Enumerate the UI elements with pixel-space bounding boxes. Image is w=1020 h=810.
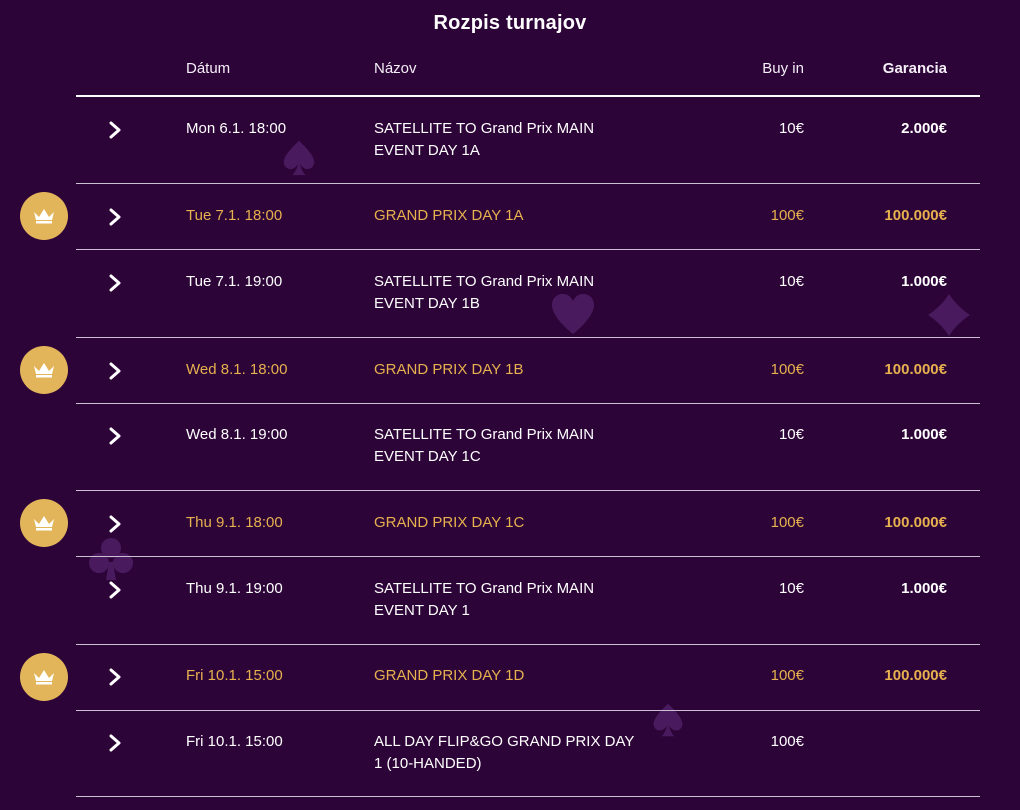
row-name: GRAND PRIX DAY 1A — [374, 207, 524, 224]
page-title: Rozpis turnajov — [433, 12, 587, 34]
row-divider — [76, 710, 980, 711]
row-date: Wed 8.1. 18:00 — [186, 361, 288, 378]
row-guarantee: 100.000€ — [884, 207, 947, 224]
row-buyin: 100€ — [770, 514, 804, 531]
row-divider — [76, 796, 980, 797]
row-divider — [76, 403, 980, 404]
diamond-icon — [928, 294, 970, 336]
row-buyin: 10€ — [778, 580, 804, 597]
row-date: Tue 7.1. 18:00 — [186, 207, 283, 224]
column-header-guarantee: Garancia — [882, 60, 947, 77]
row-date: Thu 9.1. 19:00 — [186, 580, 283, 597]
row-divider — [76, 337, 980, 338]
row-name: GRAND PRIX DAY 1D — [374, 667, 525, 684]
chevron-right-icon[interactable] — [107, 581, 123, 599]
chevron-right-icon[interactable] — [107, 362, 123, 380]
row-buyin: 100€ — [770, 207, 804, 224]
row-guarantee: 100.000€ — [884, 667, 947, 684]
crown-icon — [34, 363, 54, 378]
row-name: ALL DAY FLIP&GO GRAND PRIX DAY 1 (10-HAN… — [374, 733, 635, 772]
row-date: Wed 8.1. 19:00 — [186, 426, 288, 443]
crown-icon — [34, 209, 54, 224]
row-divider — [76, 183, 980, 184]
crown-badge — [20, 192, 68, 240]
row-buyin: 100€ — [770, 361, 804, 378]
table-header: Dátum Názov Buy in Garancia — [0, 60, 1020, 96]
chevron-right-icon[interactable] — [107, 427, 123, 445]
column-header-name: Názov — [374, 60, 417, 77]
crown-badge — [20, 653, 68, 701]
spade-icon — [283, 140, 315, 176]
header-divider — [76, 95, 980, 97]
row-guarantee: 1.000€ — [901, 580, 947, 597]
row-divider — [76, 556, 980, 557]
row-date: Mon 6.1. 18:00 — [186, 120, 287, 137]
crown-badge — [20, 499, 68, 547]
club-icon — [89, 538, 133, 580]
spade-icon — [653, 703, 683, 737]
crown-badge — [20, 346, 68, 394]
chevron-right-icon[interactable] — [107, 121, 123, 139]
row-buyin: 10€ — [778, 273, 804, 290]
row-guarantee: 1.000€ — [901, 426, 947, 443]
row-name: GRAND PRIX DAY 1C — [374, 514, 525, 531]
chevron-right-icon[interactable] — [107, 515, 123, 533]
row-date: Tue 7.1. 19:00 — [186, 273, 283, 290]
crown-icon — [34, 670, 54, 685]
row-date: Thu 9.1. 18:00 — [186, 514, 283, 531]
chevron-right-icon[interactable] — [107, 208, 123, 226]
row-name: SATELLITE TO Grand Prix MAIN EVENT DAY 1… — [374, 426, 595, 465]
row-buyin: 10€ — [778, 426, 804, 443]
row-buyin: 100€ — [770, 733, 804, 750]
row-buyin: 10€ — [778, 120, 804, 137]
crown-icon — [34, 516, 54, 531]
column-header-date: Dátum — [186, 60, 231, 77]
row-name: SATELLITE TO Grand Prix MAIN EVENT DAY 1… — [374, 273, 595, 312]
row-divider — [76, 249, 980, 250]
row-guarantee: 1.000€ — [901, 273, 947, 290]
row-divider — [76, 490, 980, 491]
chevron-right-icon[interactable] — [107, 734, 123, 752]
column-header-buyin: Buy in — [762, 60, 804, 77]
row-date: Fri 10.1. 15:00 — [186, 667, 283, 684]
row-date: Fri 10.1. 15:00 — [186, 733, 283, 750]
row-guarantee: 2.000€ — [901, 120, 947, 137]
row-guarantee: 100.000€ — [884, 361, 947, 378]
row-name: SATELLITE TO Grand Prix MAIN EVENT DAY 1 — [374, 580, 595, 619]
row-name: GRAND PRIX DAY 1B — [374, 361, 524, 378]
row-guarantee: 100.000€ — [884, 514, 947, 531]
chevron-right-icon[interactable] — [107, 668, 123, 686]
chevron-right-icon[interactable] — [107, 274, 123, 292]
row-buyin: 100€ — [770, 667, 804, 684]
row-name: SATELLITE TO Grand Prix MAIN EVENT DAY 1… — [374, 120, 595, 159]
row-divider — [76, 644, 980, 645]
